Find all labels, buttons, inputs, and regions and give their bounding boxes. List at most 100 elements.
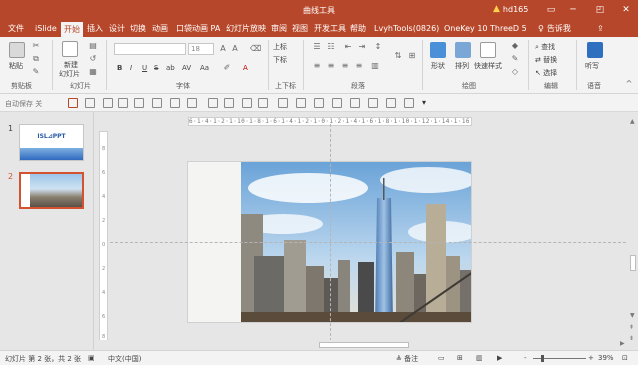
- fit-to-window-icon[interactable]: ⊡: [622, 354, 628, 362]
- qat-tool-icon[interactable]: [386, 98, 396, 108]
- increase-font-icon[interactable]: A: [218, 44, 228, 54]
- qat-tool-icon[interactable]: [368, 98, 378, 108]
- spellcheck-icon[interactable]: ▣: [88, 354, 95, 362]
- microphone-icon[interactable]: [587, 42, 603, 58]
- strikethrough-button[interactable]: S: [154, 64, 158, 72]
- next-slide-icon[interactable]: ⇟: [629, 335, 634, 342]
- paste-icon[interactable]: [9, 42, 25, 58]
- superscript-button[interactable]: 上标: [273, 42, 287, 52]
- notes-button[interactable]: ≜ 备注: [396, 354, 418, 364]
- align-right-icon[interactable]: ≡: [340, 61, 350, 71]
- tab-file[interactable]: 文件: [5, 22, 27, 37]
- new-slide-icon[interactable]: [62, 41, 78, 57]
- insert-picture-icon[interactable]: [152, 98, 162, 108]
- find-button[interactable]: ⌕ 查找: [535, 42, 555, 52]
- scroll-right-icon[interactable]: ▶: [620, 340, 625, 347]
- scroll-down-icon[interactable]: ▼: [630, 312, 635, 319]
- customize-qat-icon[interactable]: ▾: [422, 98, 432, 108]
- tab-threed[interactable]: ThreeD 5: [487, 22, 530, 37]
- shapes-icon[interactable]: [430, 42, 446, 58]
- tab-islide[interactable]: iSlide: [32, 22, 60, 37]
- font-size-input[interactable]: 18: [188, 43, 214, 55]
- tab-home[interactable]: 开始: [61, 22, 83, 37]
- tab-review[interactable]: 审阅: [268, 22, 290, 37]
- autosave-toggle[interactable]: 自动保存 关: [5, 99, 42, 109]
- shape-outline-icon[interactable]: ✎: [510, 54, 520, 64]
- shape-effects-icon[interactable]: ◇: [510, 67, 520, 77]
- qat-tool-icon[interactable]: [224, 98, 234, 108]
- slideshow-view-icon[interactable]: ▶: [497, 354, 502, 362]
- zoom-out-button[interactable]: -: [524, 354, 527, 362]
- quick-styles-icon[interactable]: [480, 42, 496, 58]
- qat-tool-icon[interactable]: [314, 98, 324, 108]
- tab-animations[interactable]: 动画: [149, 22, 171, 37]
- align-center-icon[interactable]: ≡: [326, 61, 336, 71]
- close-icon[interactable]: ✕: [619, 3, 633, 17]
- bold-button[interactable]: B: [117, 64, 122, 72]
- tab-transitions[interactable]: 切换: [127, 22, 149, 37]
- tab-developer[interactable]: 开发工具: [311, 22, 349, 37]
- copy-icon[interactable]: ⧉: [31, 54, 41, 64]
- qat-tool-icon[interactable]: [170, 98, 180, 108]
- normal-view-icon[interactable]: ▭: [438, 354, 445, 362]
- highlight-icon[interactable]: ✐: [222, 63, 232, 73]
- justify-icon[interactable]: ≡: [354, 61, 364, 71]
- cut-icon[interactable]: ✂: [31, 41, 41, 51]
- clear-format-icon[interactable]: ⌫: [250, 44, 261, 54]
- char-spacing-button[interactable]: AV: [182, 64, 191, 72]
- vertical-scrollbar[interactable]: ▲ ▼ ⇞ ⇟: [628, 112, 638, 350]
- section-icon[interactable]: ▦: [88, 67, 98, 77]
- undo-icon[interactable]: [85, 98, 95, 108]
- qat-tool-icon[interactable]: [187, 98, 197, 108]
- underline-button[interactable]: U: [142, 64, 147, 72]
- qat-tool-icon[interactable]: [278, 98, 288, 108]
- qat-tool-icon[interactable]: [258, 98, 268, 108]
- columns-icon[interactable]: ▥: [370, 61, 380, 71]
- reset-icon[interactable]: ↺: [88, 54, 98, 64]
- slide-thumbnail-1[interactable]: ISL⊿PPT: [19, 124, 84, 161]
- tab-onekey[interactable]: OneKey 10: [441, 22, 491, 37]
- layout-icon[interactable]: ▤: [88, 41, 98, 51]
- tab-help[interactable]: 帮助: [347, 22, 369, 37]
- font-color-button[interactable]: A: [243, 64, 248, 72]
- zoom-level[interactable]: 39%: [598, 354, 614, 362]
- text-direction-icon[interactable]: ⇅: [393, 51, 403, 61]
- horizontal-scroll-thumb[interactable]: [319, 342, 409, 348]
- italic-button[interactable]: I: [130, 64, 132, 72]
- char-shadow-button[interactable]: ab: [166, 64, 175, 72]
- decrease-indent-icon[interactable]: ⇤: [343, 42, 353, 52]
- qat-tool-icon[interactable]: [350, 98, 360, 108]
- tell-me-search[interactable]: ♀ 告诉我: [535, 22, 574, 37]
- subscript-button[interactable]: 下标: [273, 55, 287, 65]
- qat-tool-icon[interactable]: [134, 98, 144, 108]
- increase-indent-icon[interactable]: ⇥: [357, 42, 367, 52]
- qat-tool-icon[interactable]: [296, 98, 306, 108]
- zoom-slider[interactable]: [533, 355, 586, 362]
- language-status[interactable]: 中文(中国): [108, 354, 141, 364]
- restore-icon[interactable]: ◰: [593, 3, 607, 17]
- save-icon[interactable]: [68, 98, 78, 108]
- ribbon-display-options-icon[interactable]: ▭: [544, 3, 558, 17]
- arrange-icon[interactable]: [455, 42, 471, 58]
- decrease-font-icon[interactable]: A: [230, 44, 240, 54]
- line-spacing-icon[interactable]: ↕: [373, 42, 383, 52]
- shape-fill-icon[interactable]: ◆: [510, 41, 520, 51]
- previous-slide-icon[interactable]: ⇞: [629, 324, 634, 331]
- collapse-ribbon-icon[interactable]: ^: [624, 79, 634, 89]
- format-painter-icon[interactable]: ✎: [31, 67, 41, 77]
- qat-tool-icon[interactable]: [404, 98, 414, 108]
- align-left-icon[interactable]: ≡: [312, 61, 322, 71]
- select-button[interactable]: ↖ 选择: [535, 68, 557, 78]
- tab-slideshow[interactable]: 幻灯片放映: [223, 22, 269, 37]
- change-case-button[interactable]: Aa: [200, 64, 209, 72]
- tab-pocket-animation[interactable]: 口袋动画 PA: [173, 22, 223, 37]
- scroll-up-icon[interactable]: ▲: [630, 118, 635, 125]
- vertical-scroll-thumb[interactable]: [630, 255, 636, 271]
- font-name-input[interactable]: [114, 43, 186, 55]
- tab-design[interactable]: 设计: [106, 22, 128, 37]
- slide-sorter-icon[interactable]: ⊞: [457, 354, 463, 362]
- qat-tool-icon[interactable]: [242, 98, 252, 108]
- numbering-icon[interactable]: ☷: [326, 42, 336, 52]
- qat-tool-icon[interactable]: [332, 98, 342, 108]
- user-account[interactable]: ▲ hd165: [493, 4, 528, 14]
